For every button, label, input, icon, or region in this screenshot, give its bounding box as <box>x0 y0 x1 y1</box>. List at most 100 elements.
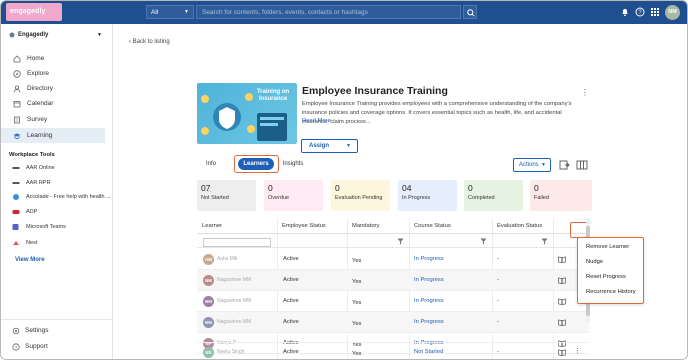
search-scope-select[interactable]: All ▼ <box>146 5 194 19</box>
read-more-link[interactable]: Read More <box>302 118 331 124</box>
aar-rpr-icon <box>12 182 20 184</box>
row-more-icon[interactable]: ⋮ <box>574 347 581 355</box>
bell-icon[interactable] <box>620 7 630 17</box>
sidebar-item-calendar[interactable]: Calendar <box>1 96 105 111</box>
tab-info[interactable]: Info <box>201 158 221 170</box>
tool-accolade[interactable]: Accolade - Free help with health ... <box>1 190 111 204</box>
assign-button[interactable]: Assign ▼ <box>301 139 358 153</box>
sidebar: Engagedly ▼ Home Explore Directory Calen… <box>1 24 113 359</box>
menu-item-nudge[interactable]: Nudge <box>586 259 603 265</box>
sidebar-item-label: Support <box>25 343 48 350</box>
training-title: Employee Insurance Training <box>302 85 448 97</box>
avatar: NM <box>203 275 214 286</box>
grid-apps-icon[interactable] <box>650 7 660 17</box>
org-name[interactable]: Engagedly <box>18 32 48 38</box>
filter-icon[interactable] <box>541 238 548 245</box>
menu-item-reset-progress[interactable]: Reset Progress <box>586 274 626 280</box>
chevron-down-icon[interactable]: ▼ <box>97 32 102 38</box>
logo[interactable]: engagedly <box>6 3 62 21</box>
stat-not-started[interactable]: 07 Not Started <box>197 180 256 211</box>
tool-aar-online[interactable]: AAR Online <box>1 161 105 175</box>
stat-in-progress[interactable]: 04 In Progress <box>398 180 457 211</box>
learner-name[interactable]: Nagashree MM <box>217 298 251 304</box>
search-button[interactable] <box>463 5 477 19</box>
learner-name[interactable]: Nagashree MM <box>217 277 251 283</box>
tool-nest[interactable]: Nest <box>1 236 105 250</box>
table-row[interactable]: NS Neetu Singh Active Yes Not Started - … <box>197 342 589 359</box>
survey-icon <box>14 116 20 124</box>
tool-microsoft-teams[interactable]: Microsoft Teams <box>1 220 105 234</box>
stat-label: In Progress <box>402 195 431 201</box>
back-label: Back to listing <box>132 39 170 45</box>
sidebar-item-home[interactable]: Home <box>1 51 105 66</box>
column-header-evaluation-status[interactable]: Evaluation Status <box>492 218 553 234</box>
search-input[interactable]: Search for contents, folders, events, co… <box>196 5 461 19</box>
help-icon[interactable]: ? <box>635 7 645 17</box>
stat-label: Overdue <box>268 195 290 201</box>
gear-icon <box>12 327 20 335</box>
sidebar-item-support[interactable]: ? Support <box>1 340 105 354</box>
evaluation-status: - <box>497 319 499 325</box>
back-to-listing-link[interactable]: ‹ Back to listing <box>129 39 170 45</box>
sidebar-divider <box>1 319 112 320</box>
tool-aar-rpr[interactable]: AAR RPR <box>1 176 105 190</box>
assign-label: Assign <box>309 143 330 149</box>
home-icon <box>13 55 21 63</box>
column-header-learner[interactable]: Learner <box>197 218 277 234</box>
more-options-icon[interactable]: ⋮ <box>581 88 589 97</box>
stat-evaluation-pending[interactable]: 0 Evaluation Pending <box>331 180 390 211</box>
learner-name[interactable]: Neetu Singh <box>217 349 245 355</box>
tab-insights[interactable]: Insights <box>279 158 307 170</box>
sidebar-item-learning[interactable]: Learning <box>1 128 105 143</box>
employee-status: Active <box>283 349 299 355</box>
stat-overdue[interactable]: 0 Overdue <box>264 180 323 211</box>
learners-tab-highlight <box>234 155 279 173</box>
sidebar-item-directory[interactable]: Directory <box>1 81 105 96</box>
filter-icon[interactable] <box>397 238 404 245</box>
menu-item-recurrence-history[interactable]: Recurrence History <box>586 289 636 295</box>
menu-item-remove-learner[interactable]: Remove Learner <box>586 244 629 250</box>
export-icon[interactable] <box>557 158 571 172</box>
book-icon[interactable] <box>558 298 566 305</box>
sidebar-item-settings[interactable]: Settings <box>1 324 105 338</box>
column-header-employee-status[interactable]: Employee Status <box>277 218 347 234</box>
tool-adp[interactable]: ADP <box>1 205 105 219</box>
book-icon[interactable] <box>558 349 566 356</box>
book-icon[interactable] <box>558 277 566 284</box>
insurance-illustration <box>201 93 287 141</box>
sidebar-item-survey[interactable]: Survey <box>1 112 105 127</box>
training-description: Employee Insurance Training provides emp… <box>302 101 572 125</box>
table-row[interactable]: AM Ashu Mili Active Yes In Progress - ⋮ <box>197 249 589 270</box>
filter-icon[interactable] <box>480 238 487 245</box>
book-icon[interactable] <box>558 256 566 263</box>
stat-completed[interactable]: 0 Completed <box>464 180 523 211</box>
filter-row <box>197 235 589 248</box>
stat-count: 0 <box>335 183 340 193</box>
sidebar-item-explore[interactable]: Explore <box>1 66 105 81</box>
tool-label: Accolade - Free help with health ... <box>26 194 111 200</box>
evaluation-status: - <box>497 256 499 262</box>
table-row[interactable]: NM Nagashree MM Active Yes In Progress - <box>197 291 589 312</box>
view-more-link[interactable]: View More <box>15 257 45 263</box>
actions-button[interactable]: Actions ▼ <box>513 158 551 172</box>
course-status: Not Started <box>414 349 444 355</box>
table-row[interactable]: NM Nagashree MM Active Yes In Progress - <box>197 312 589 333</box>
mandatory-value: Yes <box>352 258 362 264</box>
learner-filter-input[interactable] <box>203 238 271 247</box>
chevron-down-icon: ▼ <box>541 162 546 168</box>
svg-text:?: ? <box>15 345 18 350</box>
training-card: Training on Insurance Employee Insurance… <box>183 54 593 359</box>
user-avatar[interactable]: NM <box>665 5 680 20</box>
learner-name[interactable]: Ashu Mili <box>217 256 237 262</box>
column-header-mandatory[interactable]: Mandatory <box>347 218 409 234</box>
column-header-course-status[interactable]: Course Status <box>409 218 492 234</box>
learner-name[interactable]: Nagashree MM <box>217 319 251 325</box>
book-icon[interactable] <box>558 319 566 326</box>
sidebar-item-label: Learning <box>27 132 53 139</box>
columns-icon[interactable] <box>575 158 589 172</box>
stat-failed[interactable]: 0 Failed <box>530 180 592 211</box>
accolade-icon <box>13 194 19 200</box>
sidebar-item-label: Explore <box>27 70 50 77</box>
table-row[interactable]: NM Nagashree MM Active Yes In Progress - <box>197 270 589 291</box>
course-status: In Progress <box>414 319 444 325</box>
